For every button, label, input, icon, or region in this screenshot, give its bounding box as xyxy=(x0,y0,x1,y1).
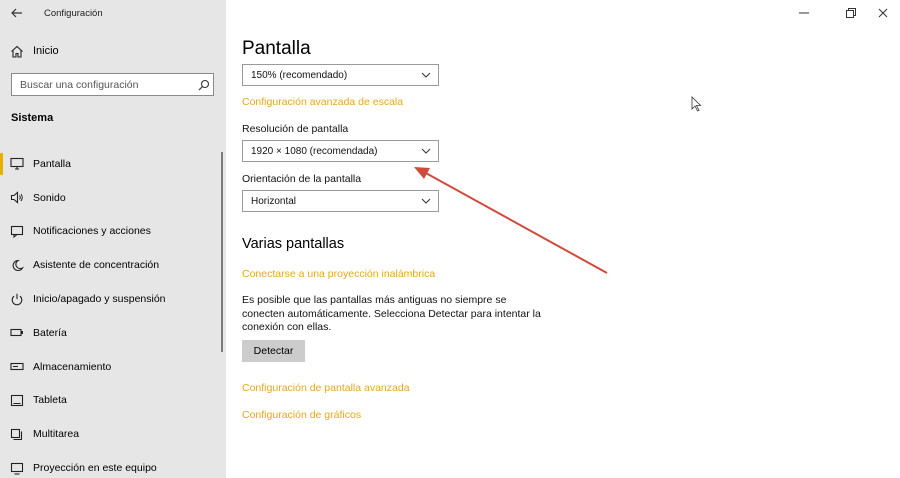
sidebar-item-proyeccion[interactable]: Proyección en este equipo xyxy=(0,451,226,478)
power-icon xyxy=(10,293,24,306)
group-title: Sistema xyxy=(11,112,54,124)
orientation-dropdown[interactable]: Horizontal xyxy=(242,190,439,212)
notification-icon xyxy=(10,225,24,238)
sidebar-item-notificaciones[interactable]: Notificaciones y acciones xyxy=(0,215,226,249)
restore-icon xyxy=(846,8,856,18)
detect-button[interactable]: Detectar xyxy=(242,340,305,362)
close-icon xyxy=(878,8,888,18)
home-label: Inicio xyxy=(33,45,59,57)
sidebar-item-label: Almacenamiento xyxy=(33,360,112,373)
moon-icon xyxy=(10,259,24,272)
sidebar-nav: Pantalla Sonido Notificaciones y accione… xyxy=(0,147,226,478)
wireless-projection-link[interactable]: Conectarse a una proyección inalámbrica xyxy=(242,268,435,280)
sidebar-item-bateria[interactable]: Batería xyxy=(0,316,226,350)
speaker-icon xyxy=(10,191,24,204)
search-icon[interactable] xyxy=(195,79,213,91)
sidebar-item-label: Sonido xyxy=(33,191,66,204)
sidebar-item-sonido[interactable]: Sonido xyxy=(0,181,226,215)
sidebar-item-label: Tableta xyxy=(33,394,67,407)
sidebar-item-pantalla[interactable]: Pantalla xyxy=(0,147,226,181)
sidebar-item-multitarea[interactable]: Multitarea xyxy=(0,417,226,451)
sidebar-item-almacenamiento[interactable]: Almacenamiento xyxy=(0,350,226,384)
sidebar-item-label: Pantalla xyxy=(33,157,71,170)
graphics-settings-link[interactable]: Configuración de gráficos xyxy=(242,409,361,421)
resolution-dropdown[interactable]: 1920 × 1080 (recomendada) xyxy=(242,140,439,162)
page-title: Pantalla xyxy=(242,38,311,59)
advanced-display-link[interactable]: Configuración de pantalla avanzada xyxy=(242,382,410,394)
search-input[interactable]: Buscar una configuración xyxy=(20,79,195,91)
back-arrow-icon xyxy=(11,8,22,18)
detect-description: Es posible que las pantallas más antigua… xyxy=(242,294,541,333)
back-button[interactable] xyxy=(0,0,34,26)
home-link[interactable]: Inicio xyxy=(0,40,226,62)
sidebar-item-inicio-apagado[interactable]: Inicio/apagado y suspensión xyxy=(0,282,226,316)
projection-icon xyxy=(10,462,24,475)
multiple-displays-title: Varias pantallas xyxy=(242,236,345,252)
title-bar: Configuración xyxy=(0,0,226,26)
scale-value: 150% (recomendado) xyxy=(251,69,348,81)
minimize-icon xyxy=(799,12,809,14)
storage-icon xyxy=(10,360,24,373)
sidebar-item-label: Inicio/apagado y suspensión xyxy=(33,293,166,306)
close-button[interactable] xyxy=(866,0,900,26)
orientation-value: Horizontal xyxy=(251,195,297,207)
sidebar-item-label: Proyección en este equipo xyxy=(33,462,157,475)
mouse-cursor-icon xyxy=(691,96,702,112)
chevron-down-icon xyxy=(414,72,438,78)
home-icon xyxy=(10,45,24,58)
tablet-icon xyxy=(10,394,24,407)
minimize-button[interactable] xyxy=(787,0,821,26)
annotation-arrow xyxy=(414,167,608,274)
orientation-label: Orientación de la pantalla xyxy=(242,173,362,185)
resolution-label: Resolución de pantalla xyxy=(242,123,349,135)
scale-dropdown[interactable]: 150% (recomendado) xyxy=(242,64,439,86)
sidebar-item-label: Multitarea xyxy=(33,428,80,441)
monitor-icon xyxy=(10,157,24,170)
search-box[interactable]: Buscar una configuración xyxy=(11,73,214,96)
multitask-icon xyxy=(10,428,24,441)
battery-icon xyxy=(10,326,24,339)
sidebar-item-label: Asistente de concentración xyxy=(33,259,160,272)
chevron-down-icon xyxy=(414,198,438,204)
sidebar-item-label: Notificaciones y acciones xyxy=(33,225,151,238)
app-title: Configuración xyxy=(44,7,103,19)
resolution-value: 1920 × 1080 (recomendada) xyxy=(251,145,378,157)
sidebar-item-label: Batería xyxy=(33,326,67,339)
sidebar-item-concentracion[interactable]: Asistente de concentración xyxy=(0,248,226,282)
chevron-down-icon xyxy=(414,148,438,154)
restore-button[interactable] xyxy=(834,0,868,26)
advanced-scale-link[interactable]: Configuración avanzada de escala xyxy=(242,96,403,108)
sidebar: Configuración Inicio Buscar una configur… xyxy=(0,0,226,478)
sidebar-scrollbar[interactable] xyxy=(221,152,223,352)
sidebar-item-tableta[interactable]: Tableta xyxy=(0,384,226,418)
